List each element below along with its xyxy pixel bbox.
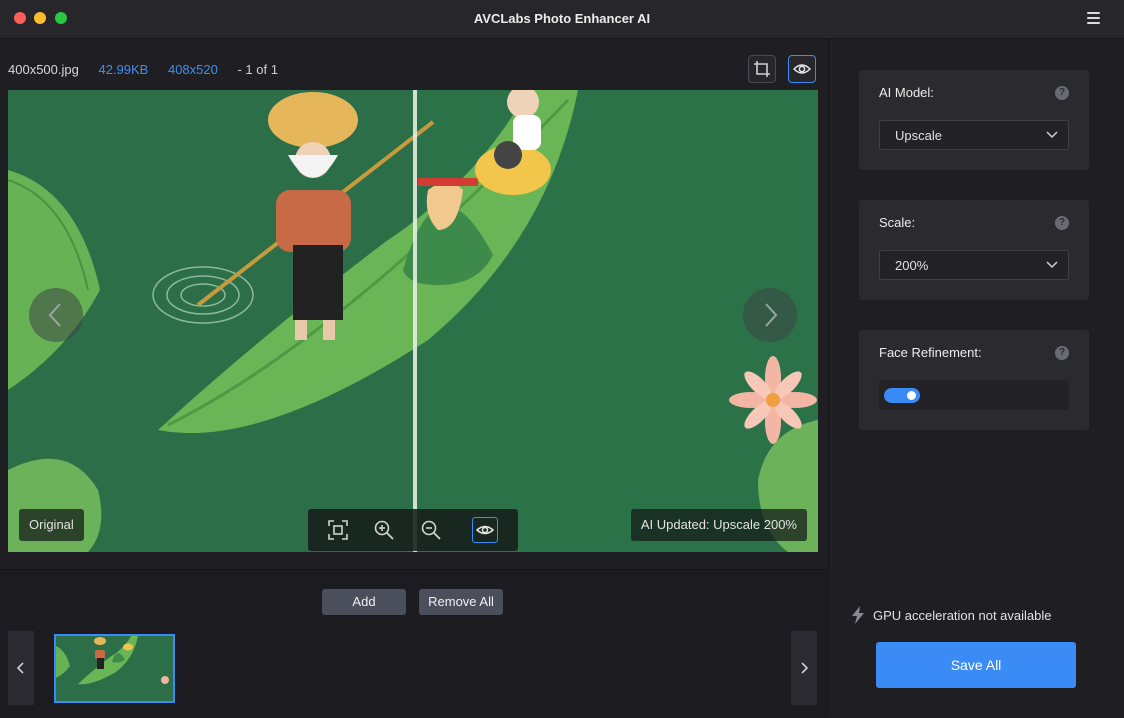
- thumbnail-item[interactable]: [54, 634, 175, 703]
- ai-model-card: AI Model: ? Upscale: [859, 70, 1089, 170]
- ai-updated-label: AI Updated: Upscale 200%: [630, 509, 807, 541]
- save-all-button[interactable]: Save All: [876, 642, 1076, 688]
- file-count: - 1 of 1: [237, 62, 278, 77]
- output-dimensions: 408x520: [167, 62, 218, 77]
- chevron-right-icon: [765, 303, 778, 327]
- eye-icon: [476, 525, 494, 535]
- chevron-down-icon: [1046, 131, 1058, 139]
- scale-select[interactable]: 200%: [879, 250, 1069, 280]
- ai-model-value: Upscale: [895, 128, 942, 143]
- settings-panel: AI Model: ? Upscale Scale: ? 200% Face R…: [828, 39, 1124, 717]
- help-icon[interactable]: ?: [1055, 346, 1069, 360]
- thumbnail-scroll-right-button[interactable]: [791, 631, 817, 705]
- fit-screen-button[interactable]: [325, 517, 351, 543]
- app-title: AVCLabs Photo Enhancer AI: [473, 11, 651, 26]
- original-label: Original: [19, 509, 84, 541]
- add-button[interactable]: Add: [322, 589, 406, 615]
- chevron-left-icon: [16, 662, 24, 674]
- compare-view-button[interactable]: [788, 55, 816, 83]
- eye-icon: [793, 64, 811, 74]
- fit-screen-icon: [328, 520, 348, 540]
- previous-image-button[interactable]: [29, 288, 83, 342]
- scale-card: Scale: ? 200%: [859, 200, 1089, 300]
- face-refinement-card: Face Refinement: ?: [859, 330, 1089, 430]
- zoom-out-icon: [421, 520, 441, 540]
- zoom-in-icon: [374, 520, 394, 540]
- image-preview[interactable]: Original AI Updated: Upscale 200%: [8, 90, 818, 552]
- compare-slider-handle[interactable]: [413, 90, 417, 552]
- next-image-button[interactable]: [743, 288, 797, 342]
- file-info: 400x500.jpg 42.99KB 408x520 - 1 of 1: [8, 62, 294, 77]
- scale-label: Scale:: [879, 215, 916, 230]
- zoom-in-button[interactable]: [371, 517, 397, 543]
- thumbnail-strip-area: Add Remove All: [0, 569, 827, 718]
- face-refinement-row: [879, 380, 1069, 410]
- crop-icon: [754, 61, 770, 77]
- remove-all-button[interactable]: Remove All: [419, 589, 503, 615]
- thumbnail-image: [56, 636, 173, 701]
- help-icon[interactable]: ?: [1055, 216, 1069, 230]
- face-refinement-label: Face Refinement:: [879, 345, 982, 360]
- face-refinement-toggle[interactable]: [884, 388, 920, 403]
- ai-model-label: AI Model:: [879, 85, 934, 100]
- crop-button[interactable]: [748, 55, 776, 83]
- lightning-icon: [852, 606, 864, 624]
- chevron-right-icon: [801, 662, 809, 674]
- ai-model-select[interactable]: Upscale: [879, 120, 1069, 150]
- thumbnail-scroll-left-button[interactable]: [8, 631, 34, 705]
- file-size: 42.99KB: [98, 62, 149, 77]
- file-name: 400x500.jpg: [8, 62, 79, 77]
- work-area: 400x500.jpg 42.99KB 408x520 - 1 of 1 Ori…: [0, 39, 827, 569]
- gpu-status-text: GPU acceleration not available: [873, 608, 1052, 623]
- help-icon[interactable]: ?: [1055, 86, 1069, 100]
- hamburger-menu-icon[interactable]: [1087, 12, 1100, 26]
- toggle-compare-button[interactable]: [472, 517, 498, 543]
- scale-value: 200%: [895, 258, 929, 273]
- chevron-left-icon: [48, 303, 61, 327]
- title-bar: AVCLabs Photo Enhancer AI: [0, 0, 1124, 39]
- gpu-status: GPU acceleration not available: [852, 606, 1052, 624]
- zoom-out-button[interactable]: [418, 517, 444, 543]
- zoom-toolbar: [308, 509, 518, 551]
- toggle-knob: [907, 391, 916, 400]
- chevron-down-icon: [1046, 261, 1058, 269]
